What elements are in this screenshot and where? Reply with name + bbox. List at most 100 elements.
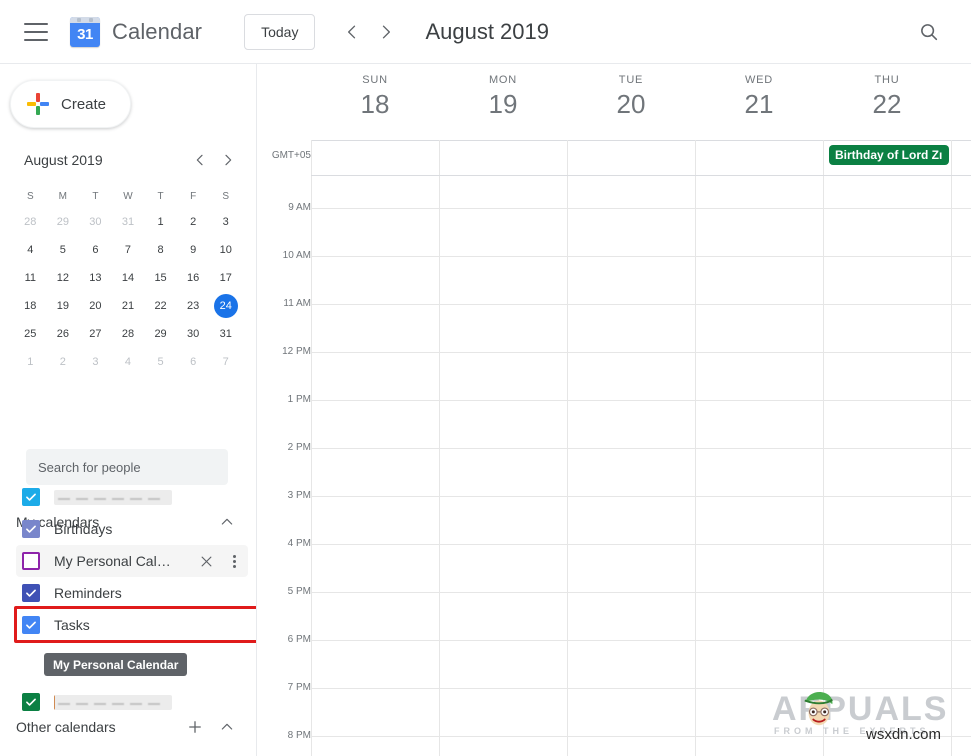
calendar-visibility-checkbox[interactable] — [22, 584, 40, 602]
mini-calendar-day[interactable]: 20 — [79, 292, 112, 320]
mini-calendar-day[interactable]: 5 — [144, 348, 177, 376]
calendar-visibility-checkbox[interactable] — [22, 488, 40, 506]
today-button[interactable]: Today — [244, 13, 316, 50]
mini-calendar-day[interactable]: 7 — [112, 236, 145, 264]
calendar-visibility-checkbox[interactable] — [22, 520, 40, 538]
mini-calendar-day[interactable]: 26 — [47, 320, 80, 348]
calendar-list-item[interactable] — [16, 686, 248, 718]
calendar-list-item-label: My Personal Cal… — [54, 553, 171, 569]
mini-calendar-day-label: 19 — [56, 300, 69, 312]
mini-calendar-day-label: 24 — [213, 294, 238, 318]
calendar-visibility-checkbox[interactable] — [22, 616, 40, 634]
day-column-header[interactable]: MON 19 — [439, 74, 567, 120]
create-button-label: Create — [61, 95, 107, 113]
mini-calendar-dow-4: T — [157, 190, 164, 202]
mini-calendar-day[interactable]: 29 — [47, 208, 80, 236]
mini-calendar-day-label: 6 — [92, 244, 99, 256]
mini-calendar-day[interactable]: 18 — [14, 292, 47, 320]
create-button[interactable]: Create — [10, 80, 132, 128]
mini-calendar-prev-button[interactable] — [186, 146, 214, 174]
calendar-list-item[interactable]: Reminders — [16, 577, 248, 609]
calendar-logo-icon: 31 — [70, 16, 100, 47]
mini-calendar-header: August 2019 — [14, 144, 242, 176]
mini-calendar-day[interactable]: 6 — [79, 236, 112, 264]
mini-calendar-day[interactable]: 14 — [112, 264, 145, 292]
mini-calendar-day[interactable]: 1 — [144, 208, 177, 236]
mini-calendar-day[interactable]: 8 — [144, 236, 177, 264]
mini-calendar-day[interactable]: 1 — [14, 348, 47, 376]
all-day-column-divider — [567, 140, 568, 176]
day-column-header[interactable]: THU 22 — [823, 74, 951, 120]
previous-period-button[interactable] — [335, 15, 369, 49]
mini-calendar-day[interactable]: 4 — [14, 236, 47, 264]
search-people-input[interactable] — [26, 449, 228, 485]
mini-calendar-day[interactable]: 5 — [47, 236, 80, 264]
all-day-event-chip[interactable]: Birthday of Lord Zı — [829, 145, 949, 165]
mini-calendar-day-label: 25 — [24, 328, 37, 340]
mini-calendar-day[interactable]: 21 — [112, 292, 145, 320]
hour-label: 7 PM — [287, 682, 311, 693]
search-icon[interactable] — [909, 12, 949, 52]
time-slots-grid: 9 AM 10 AM 11 AM 12 PM 1 PM 2 PM 3 PM 4 PM 5 PM 6… — [257, 176, 971, 756]
mini-calendar-day[interactable]: 12 — [47, 264, 80, 292]
mini-calendar-day[interactable]: 4 — [112, 348, 145, 376]
mini-calendar-day[interactable]: 23 — [177, 292, 210, 320]
mini-calendar-dow-5: F — [190, 190, 197, 202]
mini-calendar-day[interactable]: 17 — [209, 264, 242, 292]
mini-calendar-month: August 2019 — [24, 152, 103, 168]
day-column-gridline — [439, 176, 440, 756]
day-of-week-label: THU — [874, 74, 900, 86]
day-column-header[interactable]: TUE 20 — [567, 74, 695, 120]
mini-calendar-day[interactable]: 24 — [209, 292, 242, 320]
mini-calendar-day[interactable]: 28 — [14, 208, 47, 236]
mini-calendar-day[interactable]: 31 — [112, 208, 145, 236]
mini-calendar-next-button[interactable] — [214, 146, 242, 174]
mini-calendar-day[interactable]: 25 — [14, 320, 47, 348]
mini-calendar-day-label: 17 — [219, 272, 232, 284]
mini-calendar-day[interactable]: 22 — [144, 292, 177, 320]
mini-calendar-day[interactable]: 28 — [112, 320, 145, 348]
mini-calendar-day[interactable]: 3 — [79, 348, 112, 376]
mini-calendar-day-label: 7 — [222, 356, 229, 368]
mini-calendar-day[interactable]: 2 — [47, 348, 80, 376]
calendar-visibility-checkbox[interactable] — [22, 693, 40, 711]
hour-gridline — [311, 448, 971, 449]
calendar-logo[interactable]: 31 Calendar — [70, 16, 202, 47]
day-number-label: 21 — [744, 89, 774, 119]
all-day-column-divider — [823, 140, 824, 176]
calendar-list-item[interactable]: Birthdays — [16, 513, 248, 545]
next-period-button[interactable] — [369, 15, 403, 49]
mini-calendar-day[interactable]: 3 — [209, 208, 242, 236]
mini-calendar-day-label: 31 — [121, 216, 135, 228]
mini-calendar-day-label: 9 — [190, 244, 197, 256]
calendar-list-item[interactable]: Tasks — [16, 609, 248, 641]
day-column-header[interactable]: WED 21 — [695, 74, 823, 120]
mini-calendar-day[interactable]: 11 — [14, 264, 47, 292]
hamburger-menu-icon[interactable] — [24, 22, 48, 41]
hour-label: 1 PM — [287, 394, 311, 405]
mini-calendar-day[interactable]: 13 — [79, 264, 112, 292]
mini-calendar-day[interactable]: 9 — [177, 236, 210, 264]
hour-label: 6 PM — [287, 634, 311, 645]
mini-calendar-day[interactable]: 31 — [209, 320, 242, 348]
more-options-icon[interactable] — [220, 547, 248, 575]
mini-calendar-day[interactable]: 30 — [79, 208, 112, 236]
mini-calendar-day[interactable]: 16 — [177, 264, 210, 292]
mini-calendar-day[interactable]: 15 — [144, 264, 177, 292]
calendar-visibility-checkbox[interactable] — [22, 552, 40, 570]
mini-calendar-day[interactable]: 29 — [144, 320, 177, 348]
mini-calendar-day-label: 6 — [190, 356, 197, 368]
calendar-list-item[interactable] — [16, 481, 248, 513]
mini-calendar-day[interactable]: 19 — [47, 292, 80, 320]
mini-calendar-day-label: 16 — [187, 272, 200, 284]
mini-calendar-day[interactable]: 10 — [209, 236, 242, 264]
mini-calendar-day[interactable]: 27 — [79, 320, 112, 348]
mini-calendar-day[interactable]: 30 — [177, 320, 210, 348]
calendar-row-actions — [192, 547, 248, 575]
mini-calendar-day[interactable]: 6 — [177, 348, 210, 376]
mini-calendar-day[interactable]: 7 — [209, 348, 242, 376]
day-column-header[interactable]: SUN 18 — [311, 74, 439, 120]
calendar-list-item[interactable]: My Personal Cal… — [16, 545, 248, 577]
mini-calendar-day[interactable]: 2 — [177, 208, 210, 236]
close-icon[interactable] — [192, 547, 220, 575]
